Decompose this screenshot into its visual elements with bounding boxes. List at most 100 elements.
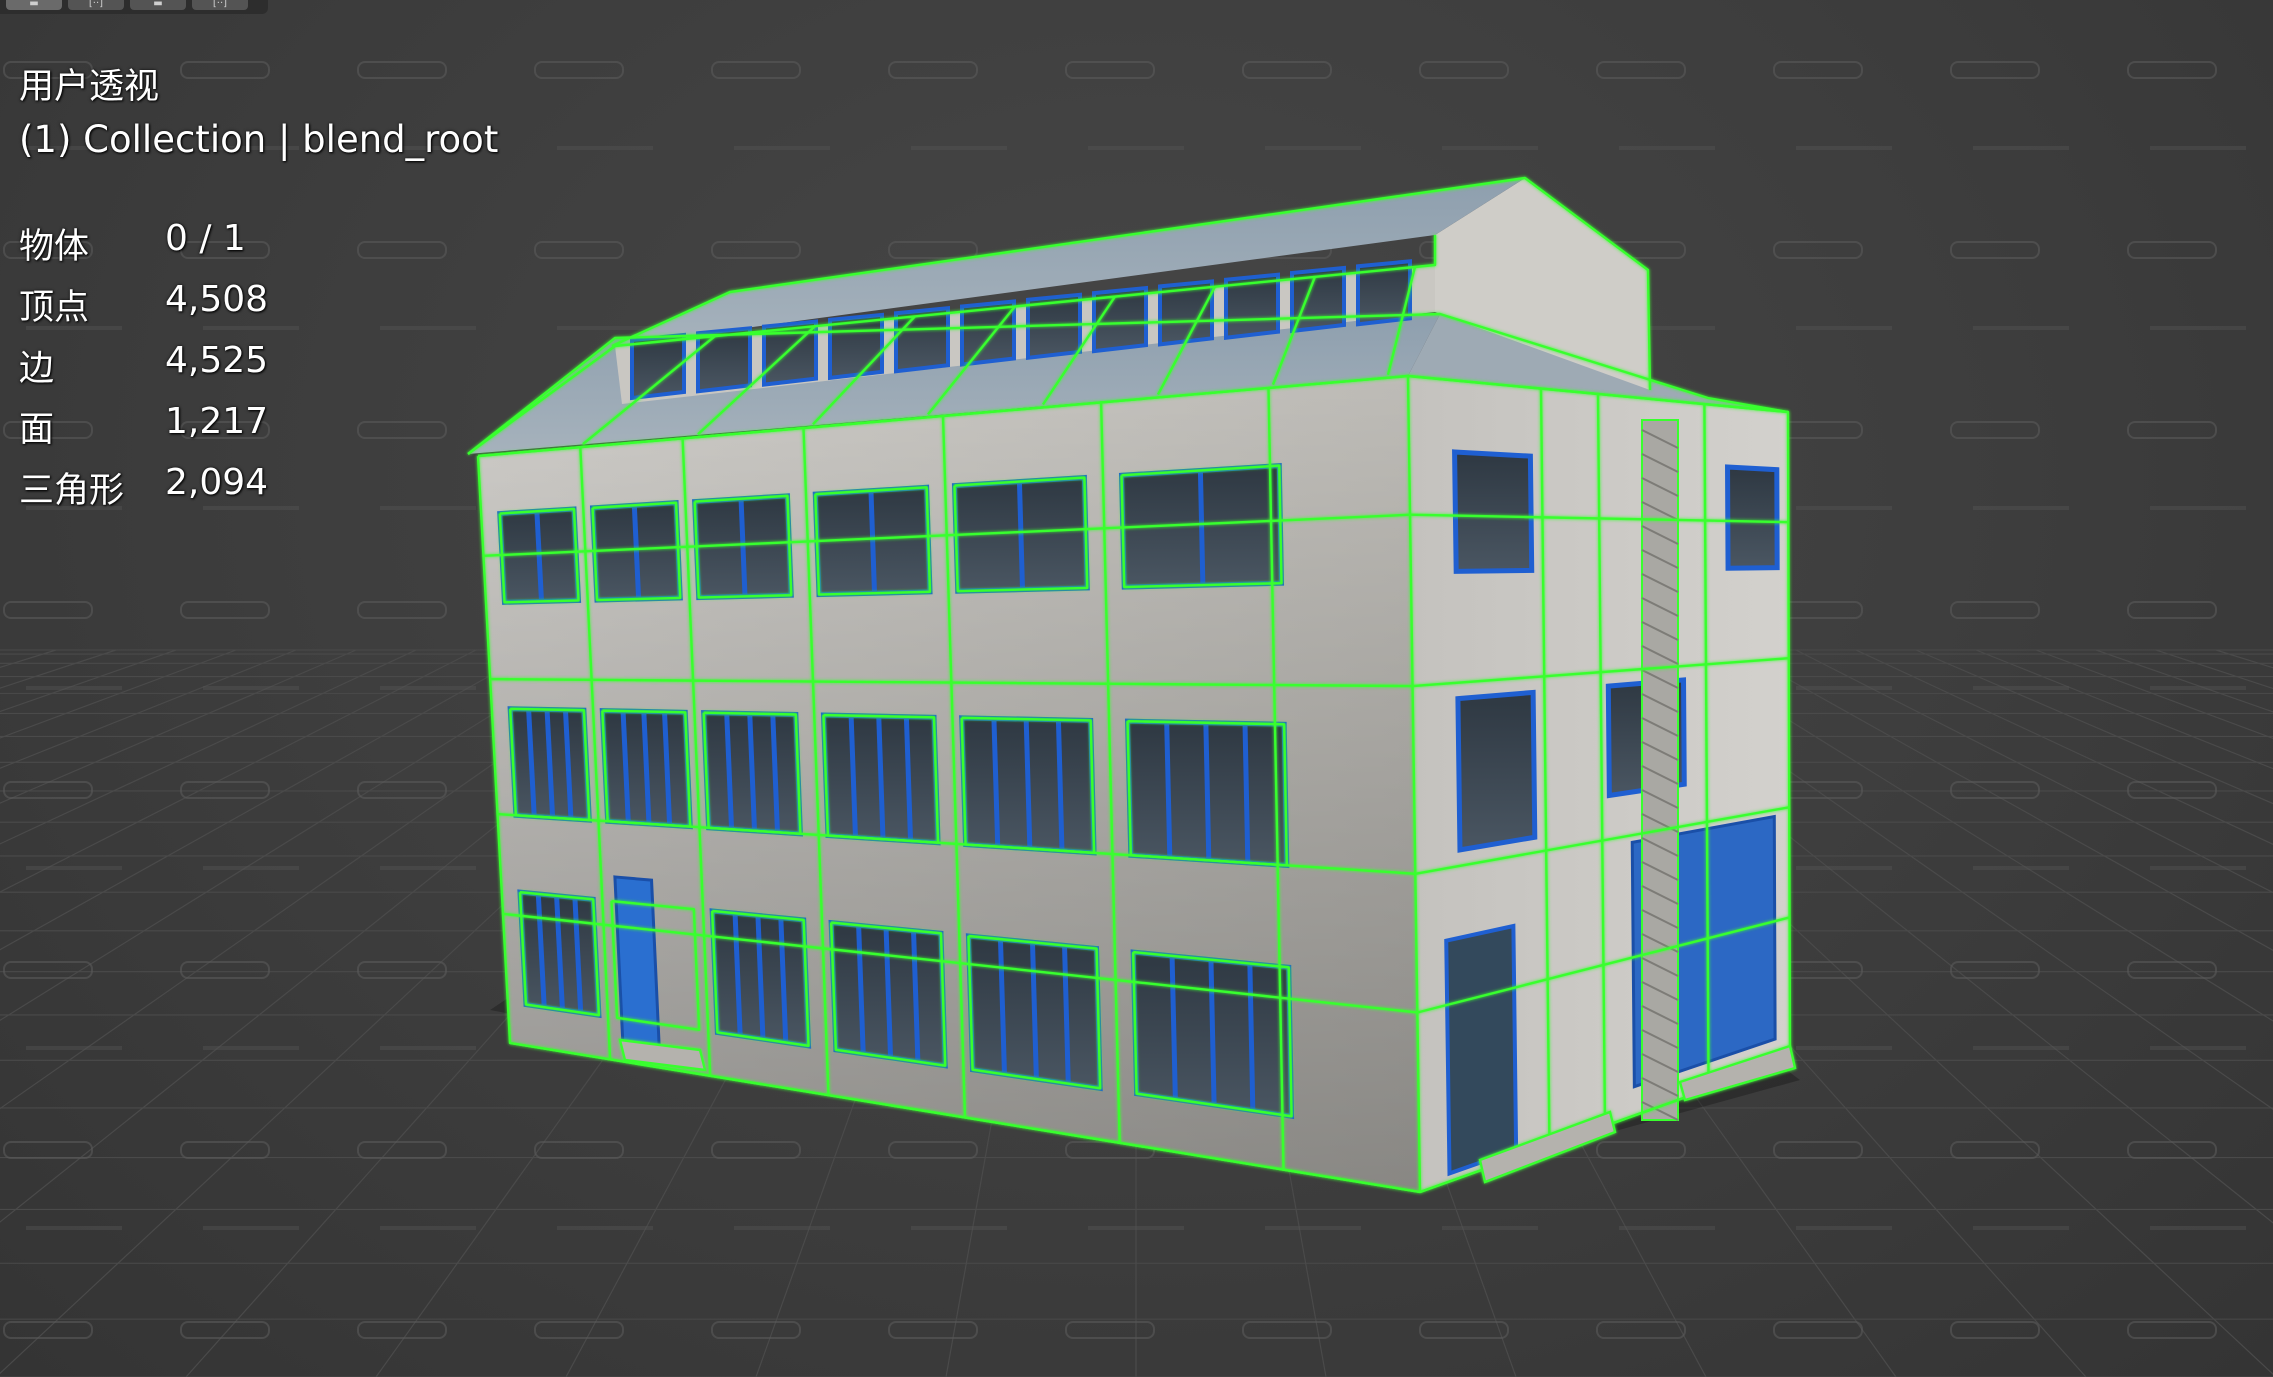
watermark-url	[203, 1046, 299, 1050]
watermark-logo	[180, 1321, 270, 1339]
watermark-logo	[357, 421, 447, 439]
watermark-logo	[3, 1321, 93, 1339]
watermark-logo	[534, 1321, 624, 1339]
grid-line	[0, 649, 177, 713]
watermark-url	[2150, 866, 2246, 870]
watermark-url	[1796, 146, 1892, 150]
watermark-logo	[357, 1141, 447, 1159]
grid-line	[0, 649, 57, 669]
select-extend-button[interactable]: [··]	[192, 0, 248, 10]
watermark-url	[1265, 146, 1361, 150]
watermark-url	[1442, 146, 1538, 150]
watermark-url	[26, 866, 122, 870]
grid-line	[2095, 649, 2273, 713]
watermark-logo	[2127, 421, 2217, 439]
window-mullion	[1242, 723, 1251, 863]
watermark-url	[1796, 1226, 1892, 1230]
select-box-button[interactable]: ▬	[6, 0, 62, 10]
grid-line	[0, 649, 237, 739]
watermark-logo	[2127, 601, 2217, 619]
grid-line	[0, 649, 297, 769]
window-mullion	[1208, 959, 1217, 1106]
select-lasso-button[interactable]: ▬	[130, 0, 186, 10]
watermark-url	[1442, 1226, 1538, 1230]
watermark-url	[203, 326, 299, 330]
watermark-url	[1973, 866, 2069, 870]
watermark-logo	[888, 1141, 978, 1159]
watermark-logo	[180, 601, 270, 619]
watermark-logo	[1596, 61, 1686, 79]
watermark-url	[1973, 506, 2069, 510]
window-mullion	[1203, 722, 1212, 861]
watermark-logo	[3, 1141, 93, 1159]
watermark-url	[911, 146, 1007, 150]
watermark-url	[26, 686, 122, 690]
watermark-logo	[1419, 61, 1509, 79]
watermark-logo	[1773, 1321, 1863, 1339]
building-model[interactable]	[467, 176, 1800, 1194]
watermark-url	[380, 1226, 476, 1230]
glass-door	[1444, 923, 1519, 1177]
watermark-url	[2150, 326, 2246, 330]
window-mullion	[1247, 963, 1256, 1111]
watermark-url	[1796, 1046, 1892, 1050]
watermark-url	[2150, 1046, 2246, 1050]
watermark-logo	[1950, 61, 2040, 79]
window-pane	[1455, 689, 1538, 853]
stat-triangles-value: 2,094	[165, 462, 269, 503]
grid-line	[2035, 649, 2273, 739]
watermark-logo	[534, 61, 624, 79]
stat-faces-label: 面	[19, 410, 55, 450]
watermark-url	[1265, 1226, 1361, 1230]
watermark-logo	[357, 241, 447, 259]
watermark-logo	[1596, 1141, 1686, 1159]
watermark-logo	[1950, 601, 2040, 619]
collection-label: (1) Collection | blend_root	[19, 118, 499, 161]
watermark-logo	[357, 601, 447, 619]
watermark-logo	[1950, 781, 2040, 799]
window-mullion	[868, 490, 877, 594]
watermark-logo	[180, 61, 270, 79]
watermark-logo	[1950, 1321, 2040, 1339]
watermark-logo	[711, 61, 801, 79]
watermark-url	[380, 686, 476, 690]
watermark-url	[1619, 146, 1715, 150]
stat-faces-value: 1,217	[165, 401, 269, 442]
watermark-url	[1088, 1226, 1184, 1230]
watermark-url	[203, 866, 299, 870]
watermark-logo	[180, 781, 270, 799]
grid-line	[2155, 649, 2273, 690]
watermark-logo	[2127, 1321, 2217, 1339]
watermark-url	[557, 326, 653, 330]
watermark-url	[1619, 1226, 1715, 1230]
watermark-logo	[1773, 1141, 1863, 1159]
grid-line	[0, 649, 537, 951]
watermark-url	[734, 146, 830, 150]
stat-vertices-label: 顶点	[19, 288, 90, 328]
watermark-url	[734, 1226, 830, 1230]
watermark-url	[203, 686, 299, 690]
stat-edges-value: 4,525	[165, 340, 269, 381]
watermark-logo	[180, 1141, 270, 1159]
grid-line	[0, 649, 357, 804]
watermark-logo	[534, 241, 624, 259]
window-mullion	[1055, 719, 1065, 851]
watermark-logo	[1419, 1321, 1509, 1339]
grid-line	[1795, 649, 2273, 894]
viewport-scene[interactable]	[0, 0, 2273, 1377]
watermark-url	[557, 1226, 653, 1230]
watermark-logo	[1773, 241, 1863, 259]
stat-objects-value: 0 / 1	[165, 218, 246, 259]
grid-line	[1915, 649, 2273, 805]
watermark-logo	[711, 241, 801, 259]
watermark-url	[2150, 1226, 2246, 1230]
fire-escape-ladder	[1641, 419, 1679, 1121]
3d-viewport[interactable]: ▬ [··] ▬ [··] 用户透视 (1) Collection | blen…	[0, 0, 2273, 1377]
grid-line	[1735, 649, 2273, 951]
watermark-logo	[357, 1321, 447, 1339]
select-circle-button[interactable]: [··]	[68, 0, 124, 10]
watermark-logo	[534, 1141, 624, 1159]
watermark-logo	[1950, 241, 2040, 259]
watermark-logo	[2127, 781, 2217, 799]
watermark-url	[1973, 686, 2069, 690]
